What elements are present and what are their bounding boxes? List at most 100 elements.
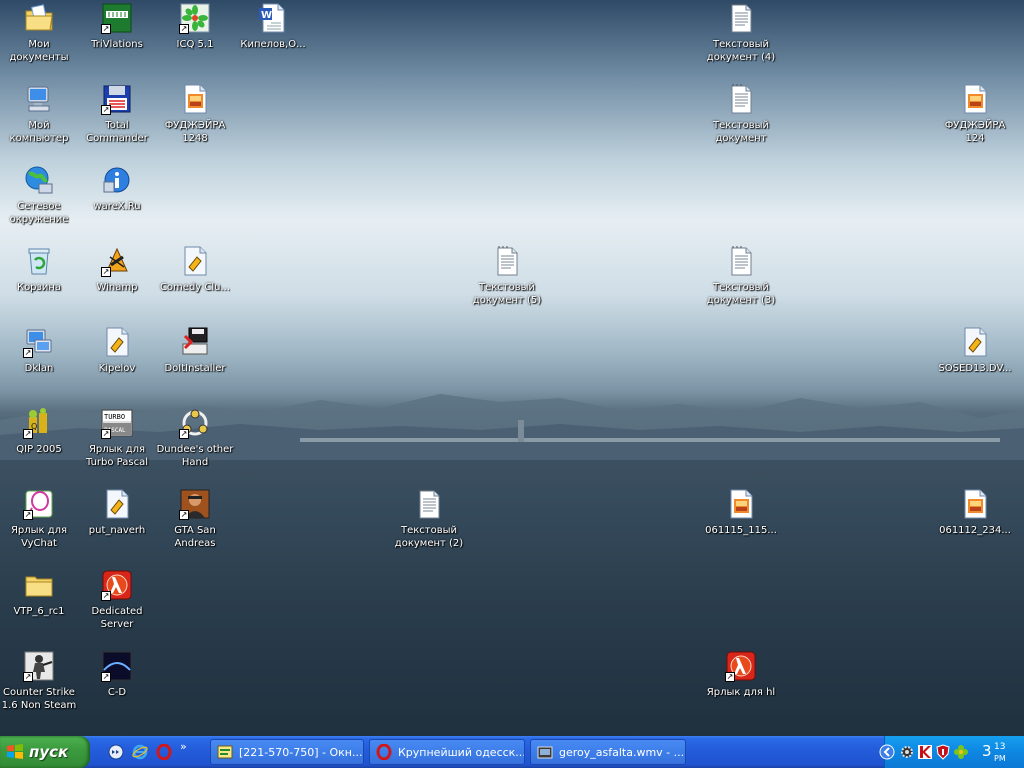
- desktop-icon[interactable]: VTP_6_rc1: [0, 569, 78, 618]
- desktop-icon-label: Total Commander: [86, 120, 148, 144]
- desktop-icon-label: Корзина: [16, 282, 62, 293]
- desktop-icon[interactable]: ↗ Winamp: [78, 245, 156, 294]
- desktop-icon[interactable]: Kipelov: [78, 326, 156, 375]
- svg-text:W: W: [261, 10, 272, 21]
- desktop-icon[interactable]: W Кипелов,О...: [234, 2, 312, 51]
- show-desktop-icon[interactable]: [108, 744, 124, 760]
- desktop-icon-label: C-D: [107, 687, 127, 698]
- desktop-icon[interactable]: ↗ ICQ 5.1: [156, 2, 234, 51]
- desktop-icon[interactable]: ↗ GTA San Andreas: [156, 488, 234, 550]
- shortcut-arrow-icon: ↗: [101, 105, 111, 115]
- image-file-icon: [959, 83, 991, 115]
- desktop-icon[interactable]: Comedy Clu...: [156, 245, 234, 294]
- desktop-icon-label: Ярлык для Turbo Pascal: [85, 444, 148, 468]
- my-documents-icon: [23, 2, 55, 34]
- turbo-pascal-icon: TURBO PASCAL ↗: [101, 407, 133, 439]
- shortcut-arrow-icon: ↗: [101, 591, 111, 601]
- desktop-icon-label: wareX.Ru: [93, 201, 141, 212]
- start-button[interactable]: пуск: [0, 736, 90, 768]
- show-hidden-icon[interactable]: [879, 744, 895, 760]
- media-file-icon: [179, 245, 211, 277]
- desktop-icon-label: Текстовый документ (4): [706, 39, 776, 63]
- desktop-icon[interactable]: wareX.Ru: [78, 164, 156, 213]
- desktop-icon-label: QIP 2005: [16, 444, 62, 455]
- desktop-icon[interactable]: Сетевое окружение: [0, 164, 78, 226]
- desktop-icon[interactable]: Q ↗ QIP 2005: [0, 407, 78, 456]
- desktop-icon[interactable]: 061112_234...: [936, 488, 1014, 537]
- desktop-icon[interactable]: ↗ Ярлык для hl: [702, 650, 780, 699]
- opera-icon[interactable]: [156, 744, 172, 760]
- desktop-icon-label: Ярлык для hl: [706, 687, 776, 698]
- desktop-icon[interactable]: TURBO PASCAL ↗ Ярлык для Turbo Pascal: [78, 407, 156, 469]
- desktop-icon-label: VTP_6_rc1: [13, 606, 65, 617]
- desktop-icon[interactable]: ↗ Dedicated Server: [78, 569, 156, 631]
- media-file-icon: [101, 488, 133, 520]
- text-document-icon: [725, 245, 757, 277]
- windows-logo-icon: [7, 744, 23, 759]
- internet-explorer-icon[interactable]: [132, 744, 148, 760]
- desktop-icon[interactable]: ↗ Dundee's other Hand: [156, 407, 234, 469]
- desktop-icon-label: Кипелов,О...: [240, 39, 306, 50]
- half-life-icon: ↗: [725, 650, 757, 682]
- desktop-icon-label: ICQ 5.1: [176, 39, 214, 50]
- desktop-icon[interactable]: 061115_115...: [702, 488, 780, 537]
- desktop-icon-label: Dklan: [24, 363, 54, 374]
- settings-gear-icon[interactable]: [899, 744, 915, 760]
- taskbar: пуск » [221-570-750] - Окн... Крупнейший…: [0, 736, 1024, 768]
- task-button-opera[interactable]: Крупнейший одесск...: [369, 739, 525, 765]
- desktop-icon[interactable]: ↗ Total Commander: [78, 83, 156, 145]
- image-file-icon: [179, 83, 211, 115]
- desktop-icon[interactable]: put_naverh: [78, 488, 156, 537]
- desktop-icon[interactable]: Текстовый документ (3): [702, 245, 780, 307]
- desktop-icon[interactable]: ↗ Dklan: [0, 326, 78, 375]
- desktop-icon[interactable]: Текстовый документ (5): [468, 245, 546, 307]
- desktop-icon-label: Dedicated Server: [91, 606, 143, 630]
- desktop-icon-label: TriVlations: [91, 39, 143, 50]
- desktop-icon[interactable]: ФУДЖЭЙРА 1248: [156, 83, 234, 145]
- desktop-icon-label: Текстовый документ: [712, 120, 770, 144]
- shortcut-arrow-icon: ↗: [179, 24, 189, 34]
- word-document-icon: W: [257, 2, 289, 34]
- desktop-icon-label: 061115_115...: [705, 525, 777, 536]
- desktop-icon[interactable]: Текстовый документ: [702, 83, 780, 145]
- more-chevron-icon[interactable]: »: [180, 740, 196, 756]
- shortcut-arrow-icon: ↗: [179, 510, 189, 520]
- total-commander-icon: ↗: [101, 83, 133, 115]
- desktop-icon[interactable]: ↗ TriVlations: [78, 2, 156, 51]
- start-label: пуск: [29, 743, 69, 761]
- desktop-icon[interactable]: DoItInstaller: [156, 326, 234, 375]
- desktop-icon[interactable]: ФУДЖЭЙРА 124: [936, 83, 1014, 145]
- qip-flower-icon[interactable]: [953, 744, 969, 760]
- shortcut-arrow-icon: ↗: [101, 267, 111, 277]
- shortcut-arrow-icon: ↗: [23, 672, 33, 682]
- recycle-bin-icon: [23, 245, 55, 277]
- desktop-icon[interactable]: ↗ Ярлык для VyChat: [0, 488, 78, 550]
- desktop-icon[interactable]: SOSED13.DV...: [936, 326, 1014, 375]
- task-button-media-player[interactable]: geroy_asfalta.wmv - ...: [530, 739, 686, 765]
- network-places-icon: [23, 164, 55, 196]
- desktop-icon-label: DoItInstaller: [164, 363, 226, 374]
- desktop-icon[interactable]: Мои документы: [0, 2, 78, 64]
- svg-text:TURBO: TURBO: [104, 413, 125, 421]
- desktop-icon-label: ФУДЖЭЙРА 124: [944, 120, 1006, 144]
- antivirus-shield-icon[interactable]: [935, 744, 951, 760]
- desktop-icon-label: SOSED13.DV...: [938, 363, 1012, 374]
- desktop-icon[interactable]: Текстовый документ (4): [702, 2, 780, 64]
- desktop-icon[interactable]: Текстовый документ (2): [390, 488, 468, 550]
- desktop-icon[interactable]: ↗ C-D: [78, 650, 156, 699]
- text-document-icon: [725, 2, 757, 34]
- desktop-icon-label: 061112_234...: [939, 525, 1011, 536]
- desktop-icon-label: Winamp: [96, 282, 138, 293]
- desktop-icon[interactable]: Корзина: [0, 245, 78, 294]
- winamp-icon: ↗: [101, 245, 133, 277]
- qip-icon: Q ↗: [23, 407, 55, 439]
- desktop-icon[interactable]: Мой компьютер: [0, 83, 78, 145]
- kaspersky-icon[interactable]: [917, 744, 933, 760]
- task-button-chat-window[interactable]: [221-570-750] - Окн...: [210, 739, 364, 765]
- desktop-icon[interactable]: ↗ Counter Strike 1.6 Non Steam: [0, 650, 78, 712]
- half-life-icon: ↗: [101, 569, 133, 601]
- desktop-icon-label: put_naverh: [88, 525, 146, 536]
- counter-strike-icon: ↗: [23, 650, 55, 682]
- shortcut-arrow-icon: ↗: [179, 429, 189, 439]
- media-player-icon: [537, 746, 553, 759]
